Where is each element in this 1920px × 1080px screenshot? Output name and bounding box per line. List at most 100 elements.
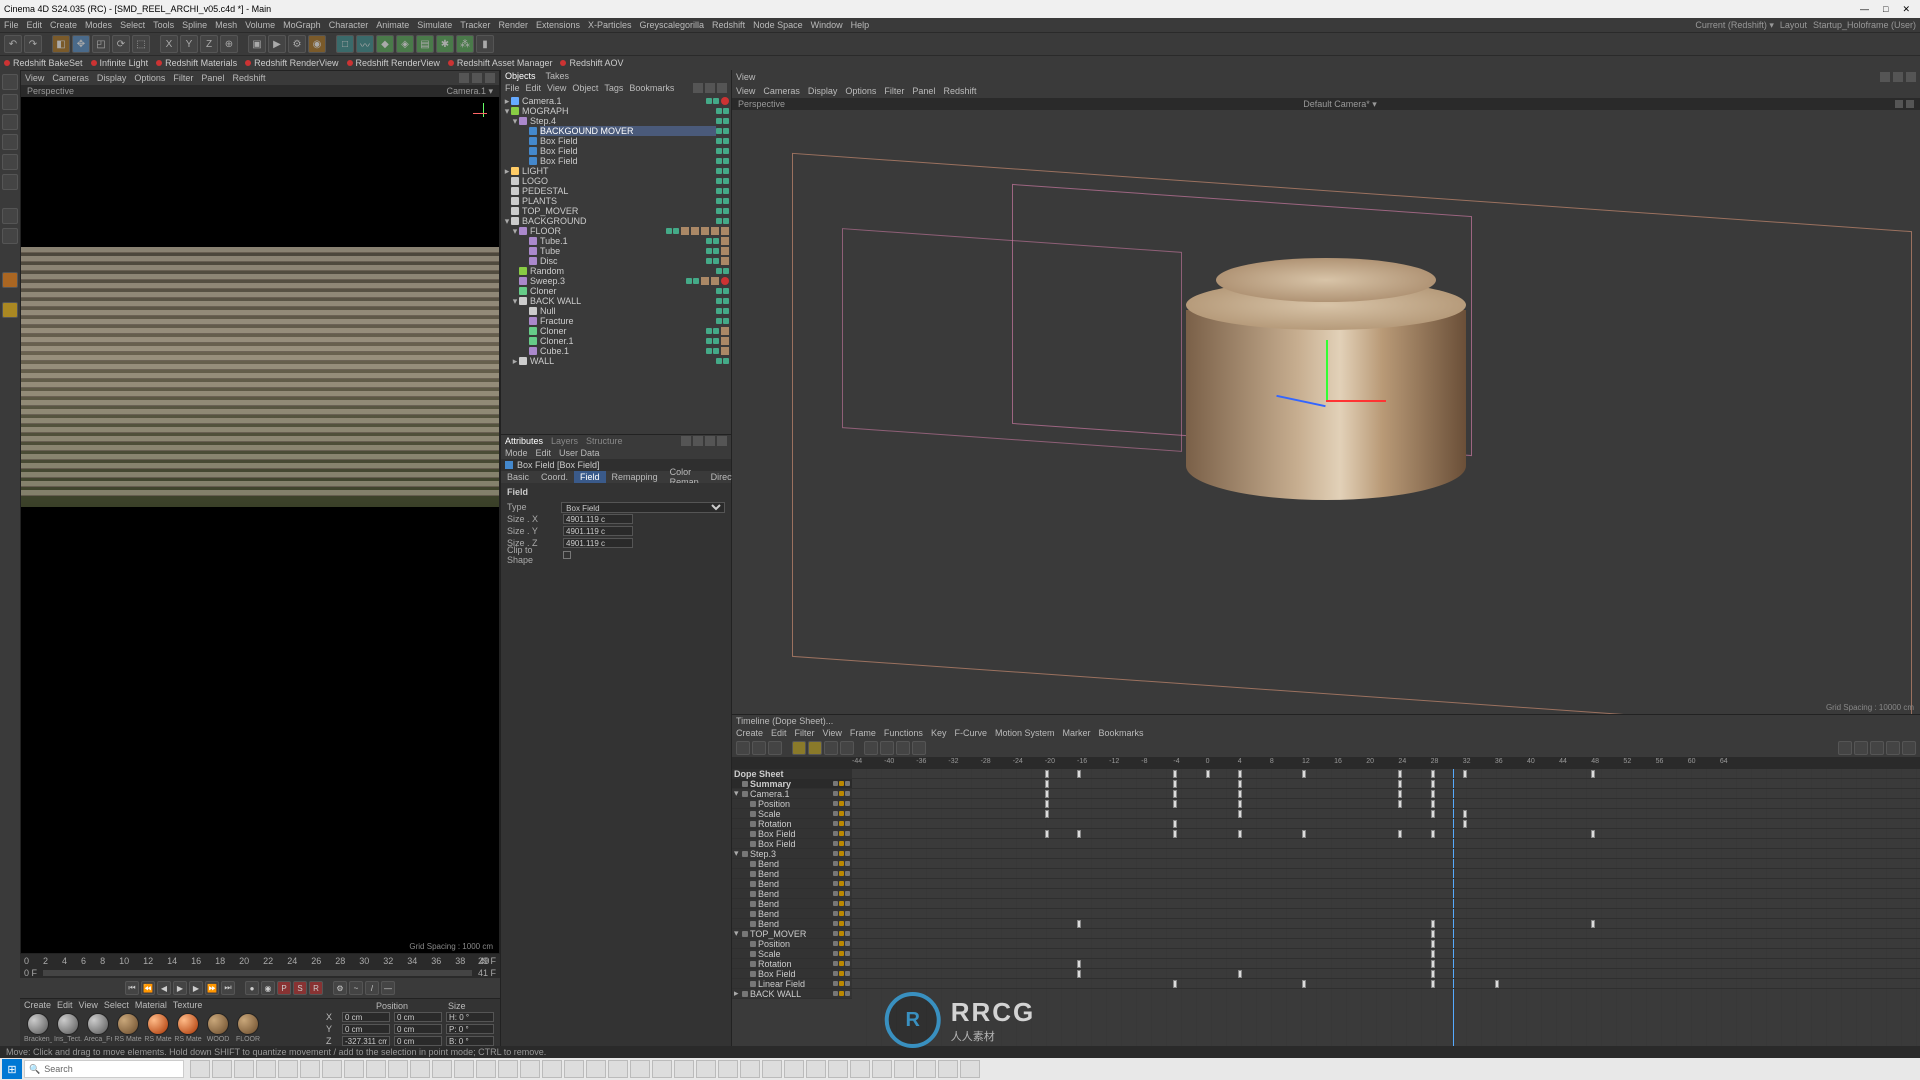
vp2-menu-cameras[interactable]: Cameras — [763, 86, 800, 96]
keyframe-interp-3[interactable]: — — [381, 981, 395, 995]
keyframe[interactable] — [1045, 800, 1049, 808]
mat-menu-texture[interactable]: Texture — [173, 1000, 203, 1010]
keyframe[interactable] — [1077, 770, 1081, 778]
keyframe[interactable] — [1173, 800, 1177, 808]
attr-tab-coord[interactable]: Coord. — [535, 471, 574, 483]
om-row[interactable]: Box Field — [501, 146, 731, 156]
coord-pos-input[interactable] — [342, 1024, 390, 1034]
taskbar-app[interactable] — [696, 1060, 716, 1078]
render-pv[interactable]: ▶ — [268, 35, 286, 53]
vp1-menu-cameras[interactable]: Cameras — [52, 73, 89, 83]
keyframe[interactable] — [1591, 770, 1595, 778]
om-row[interactable]: TOP_MOVER — [501, 206, 731, 216]
om-menu-object[interactable]: Object — [572, 83, 598, 93]
om-row[interactable]: Fracture — [501, 316, 731, 326]
next-frame-button[interactable]: ▶ — [189, 981, 203, 995]
goto-start-button[interactable]: ⏮ — [125, 981, 139, 995]
om-row[interactable]: Sweep.3 — [501, 276, 731, 286]
keyframe-interp[interactable]: ~ — [349, 981, 363, 995]
keyframe[interactable] — [1463, 810, 1467, 818]
keyframe[interactable] — [1431, 800, 1435, 808]
taskbar-app[interactable] — [960, 1060, 980, 1078]
attr-fwd-button[interactable] — [693, 436, 703, 446]
rotate-tool[interactable]: ⟳ — [112, 35, 130, 53]
menu-help[interactable]: Help — [851, 20, 870, 30]
keyframe[interactable] — [1077, 830, 1081, 838]
vp2-cfg-icon[interactable] — [1880, 72, 1890, 82]
coord-pos-input[interactable] — [342, 1012, 390, 1022]
dope-btn-10[interactable] — [896, 741, 910, 755]
key-rot-button[interactable]: R — [309, 981, 323, 995]
keyframe[interactable] — [1045, 790, 1049, 798]
om-row[interactable]: PEDESTAL — [501, 186, 731, 196]
viewport-2-canvas[interactable]: Grid Spacing : 10000 cm — [732, 110, 1920, 714]
menu-window[interactable]: Window — [811, 20, 843, 30]
keyframe[interactable] — [1173, 780, 1177, 788]
attr-clip-checkbox[interactable] — [563, 551, 571, 559]
attr-menu-userdata[interactable]: User Data — [559, 448, 600, 458]
keyframe[interactable] — [1206, 770, 1210, 778]
start-button[interactable]: ⊞ — [2, 1059, 22, 1079]
om-filter-icon[interactable] — [717, 83, 727, 93]
om-row[interactable]: ▸WALL — [501, 356, 731, 366]
dope-track[interactable]: Rotation — [732, 819, 852, 829]
menu-tools[interactable]: Tools — [153, 20, 174, 30]
dope-track[interactable]: Bend — [732, 859, 852, 869]
taskbar-app[interactable] — [190, 1060, 210, 1078]
menu-select[interactable]: Select — [120, 20, 145, 30]
om-menu-bookmarks[interactable]: Bookmarks — [629, 83, 674, 93]
keyframe[interactable] — [1173, 770, 1177, 778]
taskbar-app[interactable] — [784, 1060, 804, 1078]
taskbar-app[interactable] — [630, 1060, 650, 1078]
autokey-button[interactable]: ◉ — [261, 981, 275, 995]
keyframe[interactable] — [1302, 830, 1306, 838]
dope-menu-edit[interactable]: Edit — [771, 728, 787, 738]
render-view[interactable]: ▣ — [248, 35, 266, 53]
keyframe[interactable] — [1431, 810, 1435, 818]
taskbar-app[interactable] — [498, 1060, 518, 1078]
menu-simulate[interactable]: Simulate — [417, 20, 452, 30]
gizmo-x-axis[interactable] — [1326, 400, 1386, 402]
object-manager-tree[interactable]: ▸Camera.1▾MOGRAPH▾Step.4BACKGOUND MOVERB… — [501, 94, 731, 434]
keyframe[interactable] — [1591, 920, 1595, 928]
vp-hud-icon[interactable] — [472, 73, 482, 83]
om-row[interactable]: Box Field — [501, 156, 731, 166]
dope-menu-frame[interactable]: Frame — [850, 728, 876, 738]
dope-track[interactable]: Box Field — [732, 969, 852, 979]
taskbar-app[interactable] — [894, 1060, 914, 1078]
om-row[interactable]: Tube — [501, 246, 731, 256]
attr-tab-basic[interactable]: Basic — [501, 471, 535, 483]
goto-end-button[interactable]: ⏭ — [221, 981, 235, 995]
keyframe[interactable] — [1463, 770, 1467, 778]
deformer[interactable]: ▤ — [416, 35, 434, 53]
dope-track[interactable]: Scale — [732, 809, 852, 819]
taskbar-app[interactable] — [410, 1060, 430, 1078]
dope-btn-1[interactable] — [736, 741, 750, 755]
dope-track[interactable]: Box Field — [732, 829, 852, 839]
next-key-button[interactable]: ⏩ — [205, 981, 219, 995]
attr-type-select[interactable]: Box Field — [561, 502, 725, 513]
taskbar-app[interactable] — [388, 1060, 408, 1078]
live-select-button[interactable]: ◧ — [52, 35, 70, 53]
attr-sizex-input[interactable] — [563, 514, 633, 524]
taskbar-app[interactable] — [300, 1060, 320, 1078]
taskbar-app[interactable] — [652, 1060, 672, 1078]
scale-tool[interactable]: ◰ — [92, 35, 110, 53]
dope-track[interactable]: Rotation — [732, 959, 852, 969]
om-row[interactable]: ▾MOGRAPH — [501, 106, 731, 116]
om-row[interactable]: Cloner — [501, 326, 731, 336]
vp-maximize-icon[interactable] — [485, 73, 495, 83]
taskbar-app[interactable] — [344, 1060, 364, 1078]
axis-lock-x[interactable]: X — [160, 35, 178, 53]
menu-volume[interactable]: Volume — [245, 20, 275, 30]
dope-menu-marker[interactable]: Marker — [1063, 728, 1091, 738]
keyframe[interactable] — [1238, 810, 1242, 818]
dope-track[interactable]: ▾Step.3 — [732, 849, 852, 859]
keyframe[interactable] — [1431, 920, 1435, 928]
tab-takes[interactable]: Takes — [546, 71, 570, 81]
attr-tab-structure[interactable]: Structure — [586, 436, 623, 446]
om-menu-edit[interactable]: Edit — [526, 83, 542, 93]
dope-menu-filter[interactable]: Filter — [795, 728, 815, 738]
attr-sizey-input[interactable] — [563, 526, 633, 536]
play-button[interactable]: ▶ — [173, 981, 187, 995]
